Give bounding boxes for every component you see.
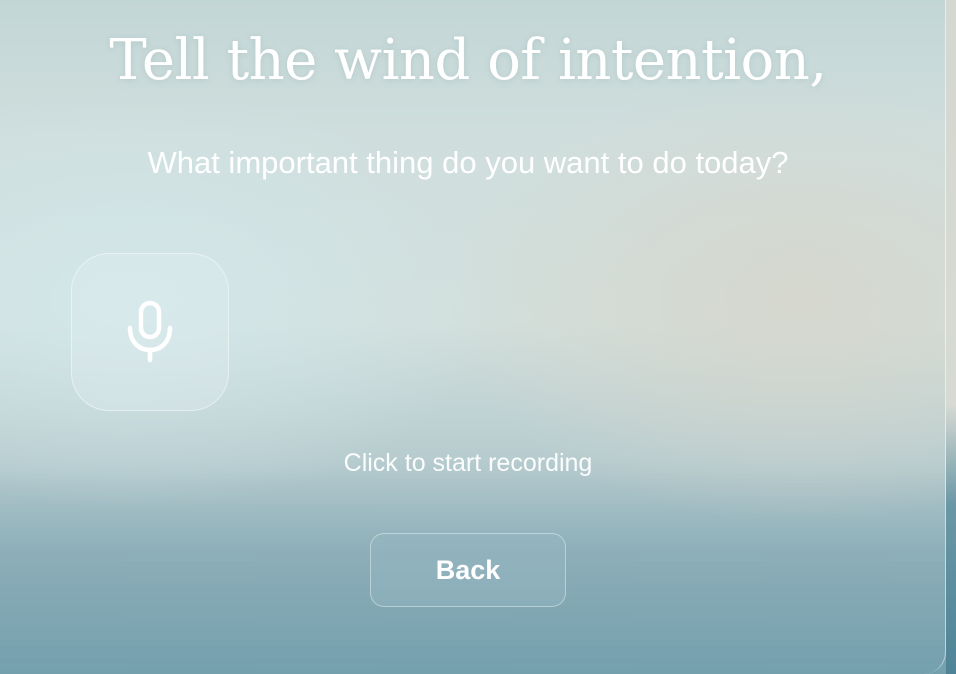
page-title: Tell the wind of intention, <box>109 28 827 93</box>
page-subtitle: What important thing do you want to do t… <box>147 145 789 180</box>
back-button[interactable]: Back <box>370 533 566 607</box>
intention-panel: Tell the wind of intention, What importa… <box>0 0 946 674</box>
microphone-icon <box>127 300 173 363</box>
record-button[interactable] <box>71 253 229 411</box>
recording-hint: Click to start recording <box>343 449 593 477</box>
intention-screen: Tell the wind of intention, What importa… <box>0 0 956 674</box>
background-window-edge <box>946 0 956 674</box>
